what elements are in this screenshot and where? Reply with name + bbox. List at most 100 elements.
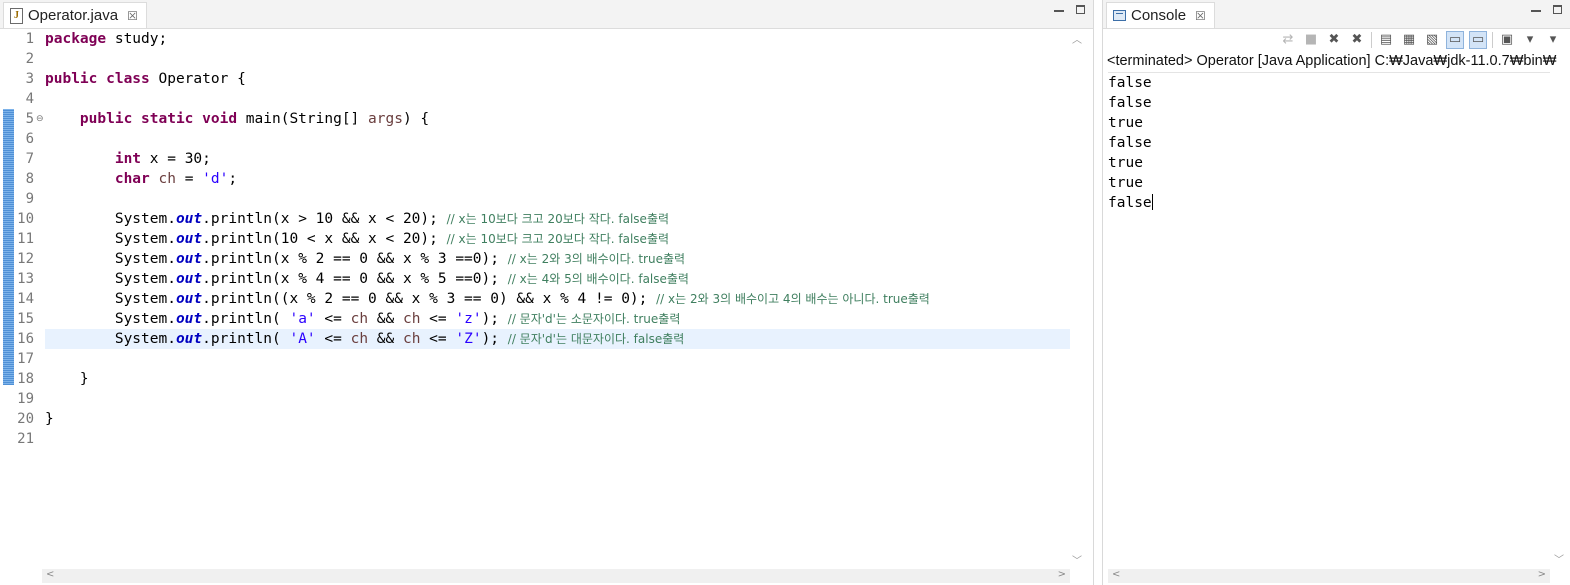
console-output-line: false xyxy=(1108,75,1152,91)
scroll-down-icon[interactable]: ﹀ xyxy=(1554,551,1564,566)
code-line[interactable]: } xyxy=(45,409,1070,429)
maximize-icon[interactable] xyxy=(1076,5,1085,14)
code-token: char xyxy=(114,171,150,187)
show-on-stderr-icon[interactable]: ▭ xyxy=(1469,31,1487,49)
console-output-line: false xyxy=(1108,95,1152,111)
code-token: 'd' xyxy=(202,171,229,187)
code-token: 'A' xyxy=(289,331,316,347)
code-line[interactable]: System.out.println(10 < x && x < 20); //… xyxy=(45,229,1070,249)
code-token: System. xyxy=(114,331,176,347)
scroll-down-icon[interactable]: ﹀ xyxy=(1072,552,1082,567)
change-marker-bar xyxy=(3,109,14,385)
code-line[interactable]: System.out.println(x > 10 && x < 20); //… xyxy=(45,209,1070,229)
code-token: <= xyxy=(420,311,456,327)
open-console-icon[interactable]: ▾ xyxy=(1544,31,1562,49)
terminate-icon[interactable]: ■ xyxy=(1302,31,1320,49)
code-token: args xyxy=(368,111,403,127)
code-token: = xyxy=(175,171,203,187)
code-token: out xyxy=(175,271,203,287)
code-token: System. xyxy=(114,291,176,307)
code-token: .println( xyxy=(202,311,281,327)
code-line-current[interactable]: System.out.println( 'A' <= ch && ch <= '… xyxy=(45,329,1070,349)
code-token: .println( xyxy=(202,211,281,227)
code-token: study; xyxy=(106,31,168,47)
scroll-up-icon[interactable]: ︿ xyxy=(1072,31,1082,46)
code-line[interactable]: } xyxy=(45,369,1070,389)
code-line[interactable]: System.out.println((x % 2 == 0 && x % 3 … xyxy=(45,289,1070,309)
editor-horizontal-scrollbar[interactable]: < > xyxy=(42,569,1070,583)
code-token: System. xyxy=(114,271,176,287)
code-line[interactable]: package study; xyxy=(45,29,1070,49)
console-horizontal-scrollbar[interactable]: < > xyxy=(1108,569,1550,583)
pin-console-icon[interactable]: ▣ xyxy=(1498,31,1516,49)
overview-ruler xyxy=(0,29,14,569)
console-output[interactable]: false false true false true true false xyxy=(1108,72,1550,569)
tab-console[interactable]: Console ☒ xyxy=(1106,2,1215,28)
code-editor[interactable]: 1 2 3 4 5 ⊖ 6 7 8 9 10 11 12 13 14 15 16… xyxy=(0,29,1070,569)
line-number: 12 xyxy=(17,251,34,267)
console-output-line: true xyxy=(1108,155,1143,171)
minimize-icon[interactable] xyxy=(1054,10,1064,12)
editor-pane: J Operator.java ☒ 1 2 3 4 5 ⊖ 6 7 8 9 10… xyxy=(0,0,1094,585)
console-output-line-last: false xyxy=(1108,193,1153,213)
code-line[interactable]: System.out.println(x % 4 == 0 && x % 5 =… xyxy=(45,269,1070,289)
line-number: 10 xyxy=(17,211,34,227)
close-tab-icon[interactable]: ☒ xyxy=(127,9,138,23)
scroll-right-icon[interactable]: > xyxy=(1538,569,1546,580)
remove-launch-icon[interactable]: ✖ xyxy=(1325,31,1343,49)
scroll-left-icon[interactable]: < xyxy=(46,569,54,580)
show-on-stdout-icon[interactable]: ▭ xyxy=(1446,31,1464,49)
code-token: int xyxy=(114,151,142,167)
code-token: 'a' xyxy=(289,311,316,327)
code-token: .println( xyxy=(202,251,281,267)
console-vertical-scrollbar[interactable]: ﹀ xyxy=(1552,72,1566,568)
console-window-controls xyxy=(1531,4,1562,14)
editor-vertical-scrollbar[interactable]: ︿ ﹀ xyxy=(1070,29,1084,569)
display-selected-console-icon[interactable]: ▾ xyxy=(1521,31,1539,49)
code-comment: // 문자'd'는 소문자이다. true출력 xyxy=(507,312,681,326)
word-wrap-icon[interactable]: ▧ xyxy=(1423,31,1441,49)
close-tab-icon[interactable]: ☒ xyxy=(1195,9,1206,23)
line-number: 1 xyxy=(25,31,34,47)
code-line[interactable]: public static void main(String[] args) { xyxy=(45,109,1070,129)
code-token: && xyxy=(368,311,403,327)
clear-console-icon[interactable]: ▤ xyxy=(1377,31,1395,49)
code-line[interactable]: int x = 30; xyxy=(45,149,1070,169)
tab-operator-java[interactable]: J Operator.java ☒ xyxy=(3,2,147,28)
scroll-right-icon[interactable]: > xyxy=(1058,569,1066,580)
code-token: System. xyxy=(114,211,176,227)
line-number: 13 xyxy=(17,271,34,287)
minimize-icon[interactable] xyxy=(1531,10,1541,12)
code-token: ch xyxy=(402,331,421,347)
fold-collapse-icon[interactable]: ⊖ xyxy=(36,109,44,129)
tab-label: Operator.java xyxy=(28,7,119,24)
code-token: .println( xyxy=(202,291,281,307)
code-line[interactable]: System.out.println(x % 2 == 0 && x % 3 =… xyxy=(45,249,1070,269)
console-output-line: false xyxy=(1108,135,1152,151)
line-number: 20 xyxy=(17,411,34,427)
code-comment: // x는 4와 5의 배수이다. false출력 xyxy=(507,272,689,286)
console-output-line: true xyxy=(1108,175,1143,191)
code-token: main(String[] xyxy=(237,111,369,127)
java-file-icon: J xyxy=(10,7,23,24)
scroll-left-icon[interactable]: < xyxy=(1112,569,1120,580)
console-output-line: true xyxy=(1108,115,1143,131)
line-number: 17 xyxy=(17,351,34,367)
code-token: System. xyxy=(114,251,176,267)
code-token: out xyxy=(175,211,203,227)
maximize-icon[interactable] xyxy=(1553,5,1562,14)
code-line[interactable]: char ch = 'd'; xyxy=(45,169,1070,189)
code-token: package xyxy=(45,31,107,47)
line-number: 6 xyxy=(25,131,34,147)
code-token: <= xyxy=(315,311,351,327)
code-token: <= xyxy=(420,331,456,347)
code-token: x % 4 == 0 && x % 5 ==0); xyxy=(280,271,508,287)
code-token: x % 2 == 0 && x % 3 ==0); xyxy=(280,251,508,267)
disconnect-icon[interactable]: ⇄ xyxy=(1279,31,1297,49)
code-line[interactable]: public class Operator { xyxy=(45,69,1070,89)
remove-all-terminated-icon[interactable]: ✖ xyxy=(1348,31,1366,49)
code-line[interactable]: System.out.println( 'a' <= ch && ch <= '… xyxy=(45,309,1070,329)
toolbar-separator xyxy=(1371,32,1372,48)
code-token: Operator { xyxy=(149,71,246,87)
scroll-lock-icon[interactable]: ▦ xyxy=(1400,31,1418,49)
